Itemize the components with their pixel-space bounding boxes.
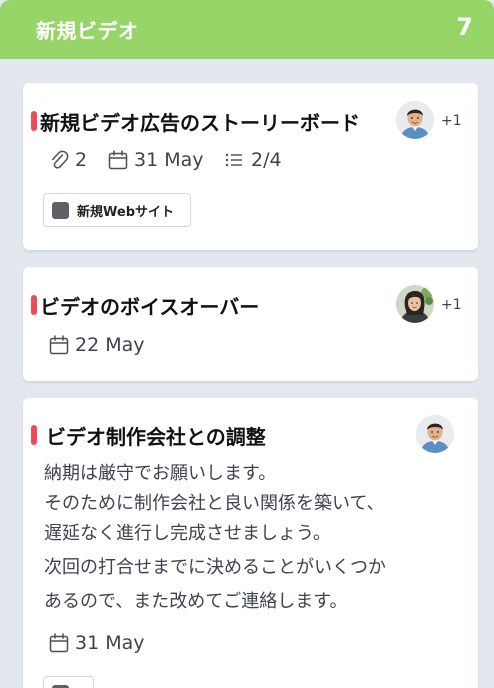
column-title: 新規ビデオ [36,19,139,43]
due-date[interactable]: 31 May [49,632,145,654]
checklist-progress[interactable]: 2/4 [225,149,282,171]
project-tag[interactable] [43,676,94,688]
project-tag[interactable]: 新規Webサイト [43,193,191,227]
due-date[interactable]: 22 May [49,334,145,356]
assignee-avatar[interactable] [396,285,434,323]
tag-color-swatch [52,684,69,688]
calendar-icon [49,335,69,355]
card-description-line: あるので、また改めてご連絡します。 [44,591,348,612]
card-description-line: 遅延なく進行し完成させましょう。 [44,523,331,544]
due-date[interactable]: 31 May [108,149,204,171]
calendar-icon [49,633,69,653]
extra-assignees-count[interactable]: +1 [441,297,462,313]
attachments-count: 2 [49,149,87,171]
card-description-line: そのために制作会社と良い関係を築いて、 [44,493,385,514]
card-title: ビデオ制作会社との調整 [46,425,266,449]
checklist-icon [225,152,243,168]
extra-assignees-count[interactable]: +1 [441,113,462,129]
task-card[interactable]: ビデオのボイスオーバー +1 22 May [23,267,478,381]
column-card-count: 7 [456,13,473,41]
priority-indicator [31,295,37,315]
card-title: 新規ビデオ広告のストーリーボード [40,111,360,135]
tag-label: 新規Webサイト [77,204,174,220]
card-title: ビデオのボイスオーバー [40,295,260,319]
kanban-column: 新規ビデオ 7 新規ビデオ広告のストーリーボード +1 2 31 May 2/4… [0,0,494,688]
calendar-icon [108,150,128,170]
task-card[interactable]: 新規ビデオ広告のストーリーボード +1 2 31 May 2/4 新規Webサイ… [23,83,478,250]
tag-color-swatch [52,201,69,219]
task-card[interactable]: ビデオ制作会社との調整 納期は厳守でお願いします。 そのために制作会社と良い関係… [23,398,478,688]
paperclip-icon [49,149,69,171]
assignee-avatar[interactable] [416,415,454,453]
priority-indicator [31,425,37,445]
card-description-line: 次回の打合せまでに決めることがいくつか [44,557,386,578]
card-description-line: 納期は厳守でお願いします。 [44,463,277,484]
assignee-avatar[interactable] [396,101,434,139]
column-header[interactable]: 新規ビデオ 7 [0,0,494,59]
priority-indicator [31,111,37,131]
